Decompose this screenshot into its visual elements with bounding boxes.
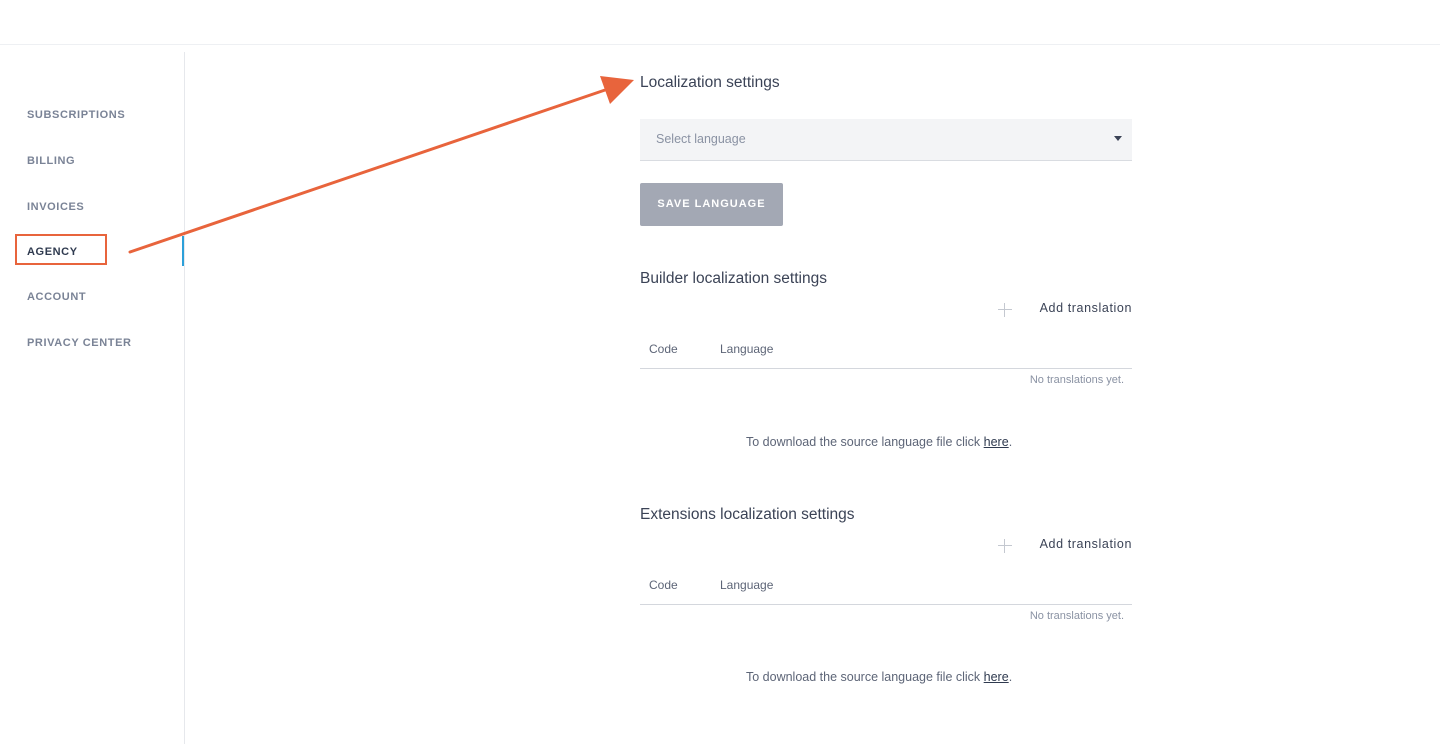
sidebar-item-billing[interactable]: BILLING [27, 155, 75, 167]
language-select[interactable]: Select language [640, 119, 1132, 161]
extensions-column-language: Language [720, 578, 774, 592]
sidebar-item-subscriptions[interactable]: SUBSCRIPTIONS [27, 109, 125, 121]
top-bar [0, 0, 1440, 45]
extensions-title: Extensions localization settings [640, 506, 855, 523]
extensions-download-label: To download the source language file cli… [746, 670, 984, 684]
builder-download-label: To download the source language file cli… [746, 435, 984, 449]
builder-column-language: Language [720, 342, 774, 356]
sidebar-item-account[interactable]: ACCOUNT [27, 291, 86, 303]
builder-title: Builder localization settings [640, 270, 827, 287]
extensions-table-divider [640, 604, 1132, 605]
builder-download-suffix: . [1008, 435, 1013, 449]
sidebar-item-invoices[interactable]: INVOICES [27, 201, 84, 213]
extensions-add-translation-button[interactable]: Add translation [1040, 537, 1132, 551]
localization-title: Localization settings [640, 74, 780, 91]
builder-add-translation-button[interactable]: Add translation [1040, 301, 1132, 315]
plus-icon[interactable] [998, 303, 1012, 317]
annotation-highlight-box [15, 234, 107, 265]
builder-empty-state: No translations yet. [1029, 374, 1124, 386]
save-language-button[interactable]: SAVE LANGUAGE [640, 183, 783, 226]
extensions-download-text: To download the source language file cli… [746, 670, 1012, 684]
builder-download-text: To download the source language file cli… [746, 435, 1012, 449]
extensions-empty-state: No translations yet. [1029, 610, 1124, 622]
active-indicator [182, 236, 184, 266]
builder-column-code: Code [649, 342, 678, 356]
language-select-placeholder: Select language [656, 132, 746, 146]
extensions-column-code: Code [649, 578, 678, 592]
extensions-download-suffix: . [1008, 670, 1013, 684]
builder-table-divider [640, 368, 1132, 369]
sidebar-item-privacy-center[interactable]: PRIVACY CENTER [27, 337, 132, 349]
extensions-download-link[interactable]: here [984, 670, 1009, 684]
chevron-down-icon [1114, 136, 1122, 141]
plus-icon[interactable] [998, 539, 1012, 553]
annotation-arrow [128, 76, 634, 254]
builder-download-link[interactable]: here [984, 435, 1009, 449]
